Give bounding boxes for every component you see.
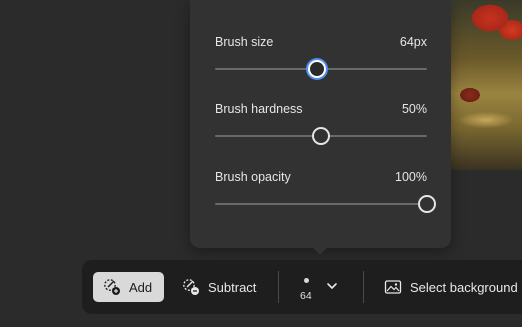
brush-size-number: 64 (300, 290, 312, 302)
brush-hardness-label: Brush hardness (215, 102, 303, 116)
brush-hardness-value: 50% (401, 102, 427, 116)
brush-size-value: 64px (399, 35, 427, 49)
select-background-button[interactable]: Select background (376, 272, 522, 302)
brush-opacity-label: Brush opacity (215, 170, 291, 184)
brush-subtract-icon (182, 278, 200, 296)
selection-toolbar: Add Subtract 64 Select background (82, 260, 522, 314)
canvas-image (450, 0, 522, 170)
chevron-down-icon (326, 279, 338, 297)
brush-hardness-thumb[interactable] (312, 127, 330, 145)
toolbar-divider (278, 271, 279, 303)
brush-size-thumb[interactable] (307, 60, 326, 78)
brush-size-preview-dot (304, 278, 309, 283)
brush-add-icon (103, 278, 121, 296)
brush-hardness-slider: Brush hardness 50% (215, 102, 427, 146)
add-label: Add (129, 279, 153, 295)
brush-opacity-slider: Brush opacity 100% (215, 170, 436, 214)
toolbar-divider (363, 271, 364, 303)
subtract-button[interactable]: Subtract (176, 272, 266, 302)
brush-settings-popover: Brush size 64px Brush hardness 50% Brush… (190, 0, 451, 255)
image-icon (384, 278, 402, 296)
brush-opacity-track[interactable] (215, 203, 427, 205)
brush-opacity-thumb[interactable] (418, 195, 436, 213)
brush-size-label: Brush size (215, 35, 274, 49)
subtract-label: Subtract (208, 279, 257, 295)
select-background-label: Select background (410, 279, 518, 295)
add-button[interactable]: Add (93, 272, 164, 302)
brush-opacity-value: 100% (395, 170, 427, 184)
brush-size-slider: Brush size 64px (215, 35, 427, 79)
brush-size-dropdown[interactable]: 64 (290, 268, 344, 308)
